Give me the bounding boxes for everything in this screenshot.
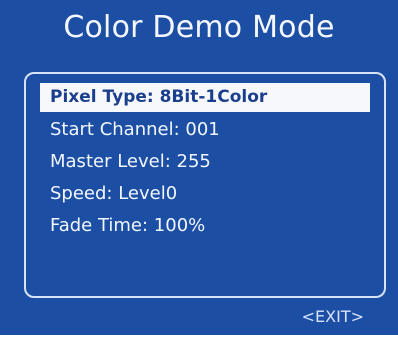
settings-menu: Pixel Type: 8Bit-1Color Start Channel: 0… xyxy=(40,83,370,243)
exit-button[interactable]: <EXIT> xyxy=(302,306,364,328)
menu-item-master-level[interactable]: Master Level: 255 xyxy=(40,147,370,176)
menu-item-fade-time[interactable]: Fade Time: 100% xyxy=(40,211,370,240)
device-screen: Color Demo Mode Pixel Type: 8Bit-1Color … xyxy=(0,0,398,335)
settings-panel: Pixel Type: 8Bit-1Color Start Channel: 0… xyxy=(24,72,386,298)
menu-item-start-channel[interactable]: Start Channel: 001 xyxy=(40,115,370,144)
menu-item-speed[interactable]: Speed: Level0 xyxy=(40,179,370,208)
screen-title: Color Demo Mode xyxy=(63,10,335,45)
menu-item-pixel-type[interactable]: Pixel Type: 8Bit-1Color xyxy=(40,83,370,112)
